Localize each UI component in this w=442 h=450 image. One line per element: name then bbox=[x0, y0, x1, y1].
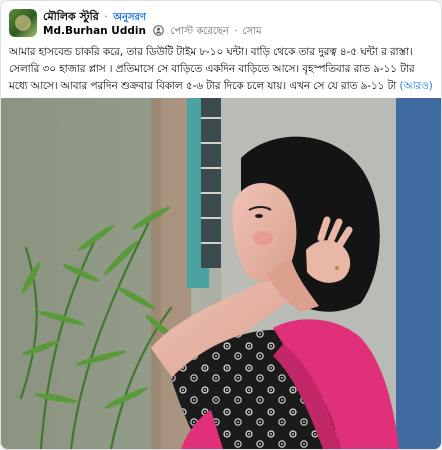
post-card: মৌলিক স্টুরি · অনুসরণ Md.Burhan Uddin পো… bbox=[0, 0, 442, 450]
author-name-link[interactable]: Md.Burhan Uddin bbox=[43, 25, 146, 37]
group-name-link[interactable]: মৌলিক স্টুরি bbox=[43, 10, 99, 23]
group-avatar-icon[interactable] bbox=[9, 9, 37, 37]
posted-by-text: পোস্ট করেছেন bbox=[170, 26, 229, 37]
follow-button[interactable]: অনুসরণ bbox=[113, 12, 146, 23]
see-more-link[interactable]: (আরও) bbox=[399, 80, 432, 92]
post-header-line-1: মৌলিক স্টুরি · অনুসরণ bbox=[43, 10, 146, 25]
separator-dot: · bbox=[104, 10, 108, 23]
post-header-line-2: Md.Burhan Uddin পোস্ট করেছেন · সোম bbox=[43, 25, 262, 38]
post-body: আমার হাসবেন্ড চাকরি করে, তার ডিউটি টাইম … bbox=[9, 44, 433, 95]
post-header: মৌলিক স্টুরি · অনুসরণ Md.Burhan Uddin পো… bbox=[9, 9, 433, 43]
group-member-badge-icon bbox=[153, 25, 164, 36]
post-photo[interactable] bbox=[1, 98, 441, 449]
separator-dot: · bbox=[234, 26, 238, 37]
post-timestamp[interactable]: সোম bbox=[242, 26, 261, 37]
post-body-text: আমার হাসবেন্ড চাকরি করে, তার ডিউটি টাইম … bbox=[9, 46, 415, 92]
